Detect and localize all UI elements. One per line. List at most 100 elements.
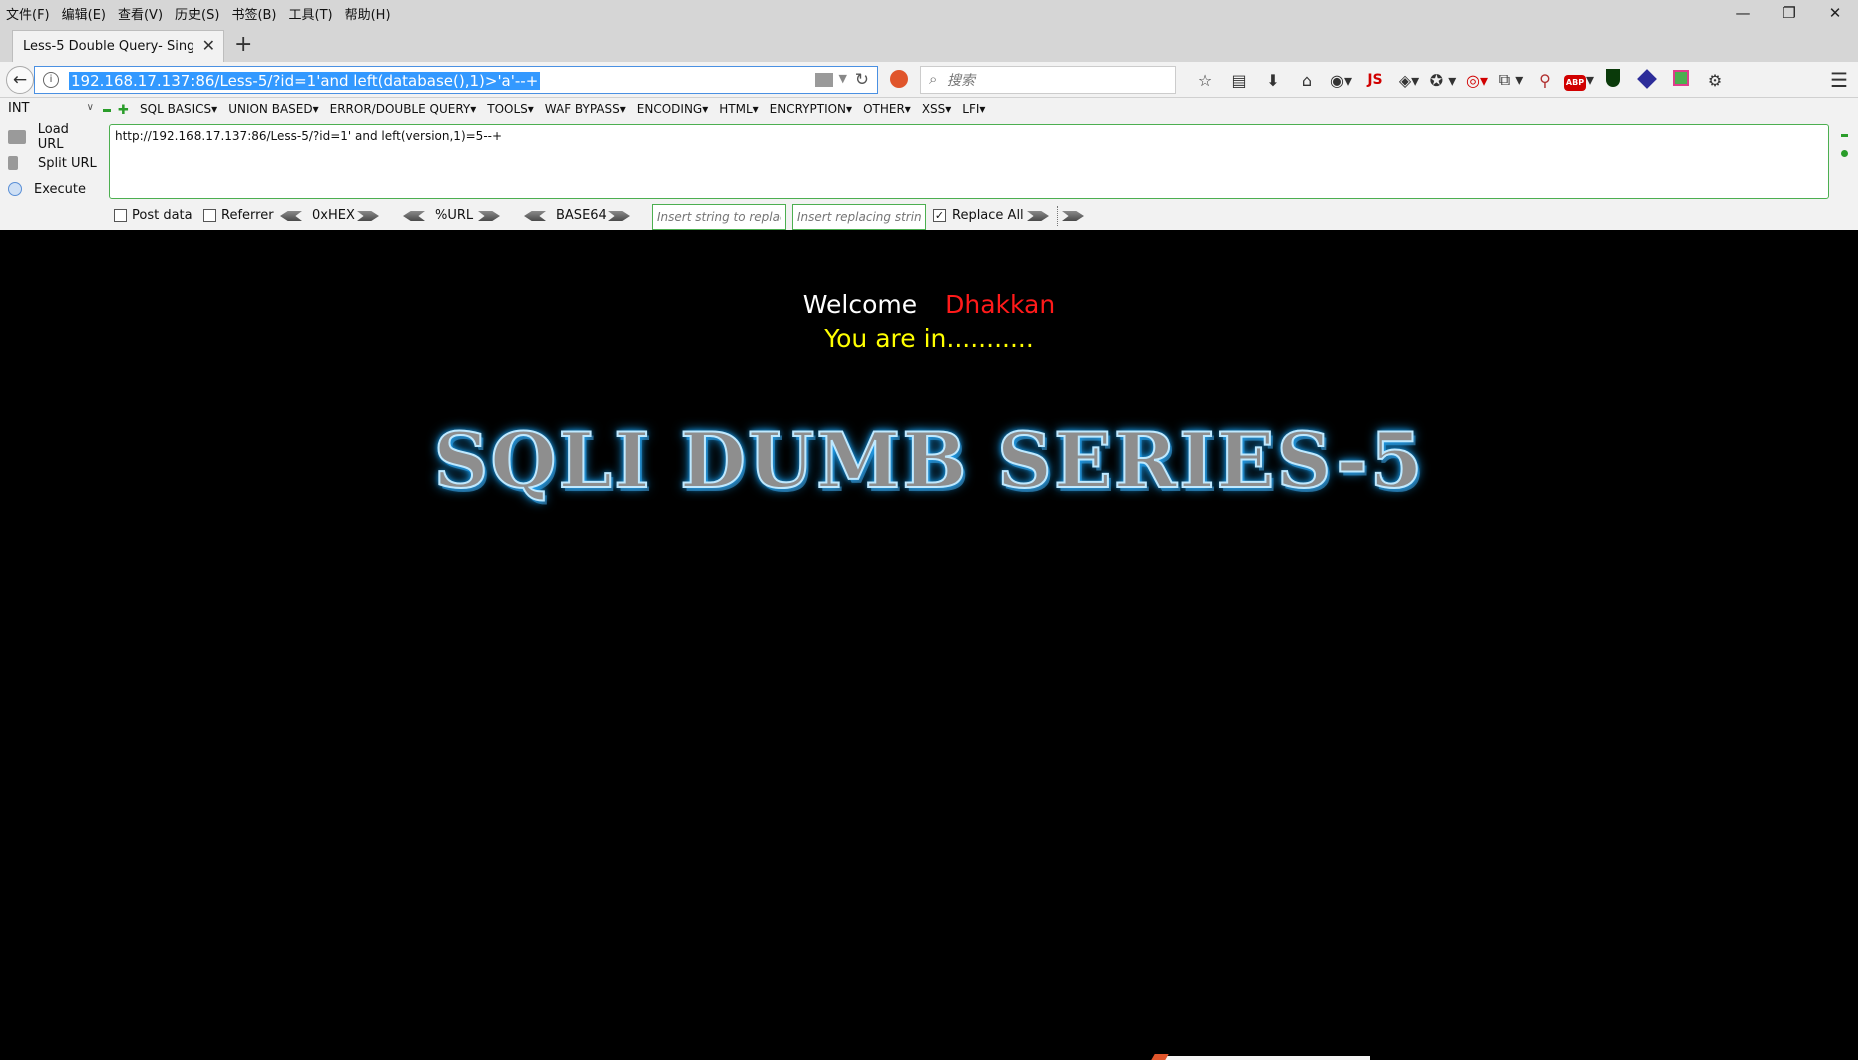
menu-error-double-query[interactable]: ERROR/DOUBLE QUERY▾ — [330, 102, 477, 116]
collapse-icon[interactable] — [1841, 134, 1848, 137]
menu-encryption[interactable]: ENCRYPTION▾ — [770, 102, 852, 116]
insert-string-input[interactable] — [652, 204, 786, 230]
hex-encode-button[interactable] — [357, 211, 379, 221]
status-message: You are in........... — [824, 324, 1034, 353]
menu-xss[interactable]: XSS▾ — [922, 102, 951, 116]
menu-file[interactable]: 文件(F) — [6, 4, 50, 23]
menu-encoding[interactable]: ENCODING▾ — [637, 102, 708, 116]
divider — [1057, 206, 1058, 226]
new-tab-button[interactable]: + — [234, 32, 252, 57]
menu-history[interactable]: 历史(S) — [175, 4, 219, 23]
hex-label: 0xHEX — [312, 208, 355, 223]
split-url-label: Split URL — [38, 155, 97, 171]
menu-html[interactable]: HTML▾ — [719, 102, 758, 116]
url-label: %URL — [435, 208, 474, 223]
increase-icon[interactable]: ✚ — [118, 103, 129, 118]
replace-extra-button[interactable] — [1062, 211, 1084, 221]
abp-icon[interactable]: ABP ▾ — [1562, 70, 1596, 91]
welcome-text: Welcome — [802, 290, 918, 319]
menu-bookmarks[interactable]: 书签(B) — [231, 4, 276, 23]
restore-button[interactable]: ❐ — [1766, 0, 1812, 26]
clipboard-icon[interactable]: ▤ — [1222, 71, 1256, 90]
download-icon[interactable]: ⬇ — [1256, 71, 1290, 90]
js-icon[interactable]: JS — [1358, 72, 1392, 88]
square-icon[interactable] — [1664, 70, 1698, 90]
close-tab-icon[interactable]: ✕ — [202, 36, 215, 55]
browser-chrome: 文件(F) 编辑(E) 查看(V) 历史(S) 书签(B) 工具(T) 帮助(H… — [0, 0, 1858, 230]
page-icon[interactable]: ⧉ ▾ — [1494, 70, 1528, 90]
hackbar-type-select[interactable]: INT ∨ — [8, 101, 94, 119]
decrease-icon[interactable] — [103, 109, 111, 112]
menu-sql-basics[interactable]: SQL BASICS▾ — [140, 102, 217, 116]
load-url-icon — [8, 130, 26, 144]
hamburger-menu-icon[interactable]: ☰ — [1830, 68, 1848, 92]
post-data-checkbox[interactable] — [114, 209, 127, 222]
replace-all-label: Replace All — [952, 208, 1024, 223]
url-decode-button[interactable] — [403, 211, 425, 221]
menu-view[interactable]: 查看(V) — [118, 4, 163, 23]
window-controls: — ❐ ✕ — [1720, 0, 1858, 26]
hackbar-textarea[interactable]: http://192.168.17.137:86/Less-5/?id=1' a… — [110, 125, 1828, 198]
hackbar-bottom-row: Post data Referrer 0xHEX %URL BASE64 ✓ R… — [0, 204, 1858, 230]
base64-decode-button[interactable] — [524, 211, 546, 221]
menu-tools[interactable]: 工具(T) — [289, 4, 333, 23]
welcome-line: Welcome Dhakkan — [0, 290, 1858, 319]
banner-text: SQLI DUMB SERIES-5 — [432, 415, 1425, 506]
tab-title: Less-5 Double Query- Singl... — [23, 39, 193, 54]
split-url-button[interactable]: Split URL — [8, 150, 98, 176]
menu-help[interactable]: 帮助(H) — [345, 4, 391, 23]
noscript-icon[interactable] — [890, 70, 908, 88]
base64-encode-button[interactable] — [608, 211, 630, 221]
address-url[interactable]: 192.168.17.137:86/Less-5/?id=1'and left(… — [69, 72, 541, 90]
tab-less5[interactable]: Less-5 Double Query- Singl... ✕ — [12, 30, 224, 62]
hackbar-menu-items: SQL BASICS▾ UNION BASED▾ ERROR/DOUBLE QU… — [140, 102, 996, 116]
globe-icon[interactable]: ◉▾ — [1324, 71, 1358, 90]
execute-label: Execute — [34, 181, 86, 197]
expand-icon[interactable] — [1841, 150, 1848, 157]
bottom-fragment — [1165, 1056, 1370, 1060]
replace-all-checkbox[interactable]: ✓ — [933, 209, 946, 222]
hex-decode-button[interactable] — [280, 211, 302, 221]
info-icon[interactable]: i — [43, 72, 59, 88]
shield-icon[interactable]: ◎▾ — [1460, 71, 1494, 90]
palette-icon[interactable]: ✪ ▾ — [1426, 71, 1460, 90]
ublock-icon[interactable] — [1596, 69, 1630, 91]
search-input[interactable] — [947, 71, 1167, 91]
url-encode-button[interactable] — [478, 211, 500, 221]
menu-edit[interactable]: 编辑(E) — [62, 4, 106, 23]
hackbar-url-area[interactable]: http://192.168.17.137:86/Less-5/?id=1' a… — [109, 124, 1829, 199]
reader-view-icon[interactable] — [815, 73, 833, 87]
diamond-icon[interactable] — [1630, 68, 1664, 90]
replacing-string-input[interactable] — [792, 204, 926, 230]
reload-icon[interactable]: ↻ — [855, 70, 869, 90]
menu-other[interactable]: OTHER▾ — [863, 102, 911, 116]
color-icon[interactable]: ◈▾ — [1392, 71, 1426, 90]
close-window-button[interactable]: ✕ — [1812, 0, 1858, 26]
chevron-down-icon: ∨ — [86, 102, 94, 113]
minimize-button[interactable]: — — [1720, 0, 1766, 26]
menu-waf-bypass[interactable]: WAF BYPASS▾ — [545, 102, 626, 116]
zoom-icon[interactable]: ⚲ — [1528, 71, 1562, 90]
replace-button[interactable] — [1027, 211, 1049, 221]
search-icon: ⌕ — [929, 70, 938, 88]
address-bar[interactable]: i 192.168.17.137:86/Less-5/?id=1'and lef… — [34, 66, 878, 94]
execute-button[interactable]: Execute — [8, 176, 98, 202]
back-button[interactable]: ← — [6, 66, 34, 94]
load-url-label: Load URL — [37, 122, 69, 152]
title-banner: SQLI DUMB SERIES-5 — [0, 415, 1858, 506]
tab-strip: Less-5 Double Query- Singl... ✕ + — [0, 26, 1858, 62]
base64-label: BASE64 — [556, 208, 607, 223]
post-data-label: Post data — [132, 208, 193, 223]
search-box[interactable]: ⌕ — [920, 66, 1176, 94]
chevron-down-icon[interactable]: ▼ — [839, 72, 847, 85]
toolbar-icons: ☆ ▤ ⬇ ⌂ ◉▾ JS ◈▾ ✪ ▾ ◎▾ ⧉ ▾ ⚲ ABP ▾ ⚙ — [1188, 66, 1732, 94]
menu-lfi[interactable]: LFI▾ — [962, 102, 985, 116]
star-icon[interactable]: ☆ — [1188, 71, 1222, 90]
settings-icon[interactable]: ⚙ — [1698, 71, 1732, 90]
referrer-checkbox[interactable] — [203, 209, 216, 222]
menu-tools-hackbar[interactable]: TOOLS▾ — [487, 102, 534, 116]
menu-union-based[interactable]: UNION BASED▾ — [228, 102, 318, 116]
home-icon[interactable]: ⌂ — [1290, 71, 1324, 90]
load-url-button[interactable]: Load URL — [8, 122, 98, 152]
execute-icon — [8, 182, 22, 196]
